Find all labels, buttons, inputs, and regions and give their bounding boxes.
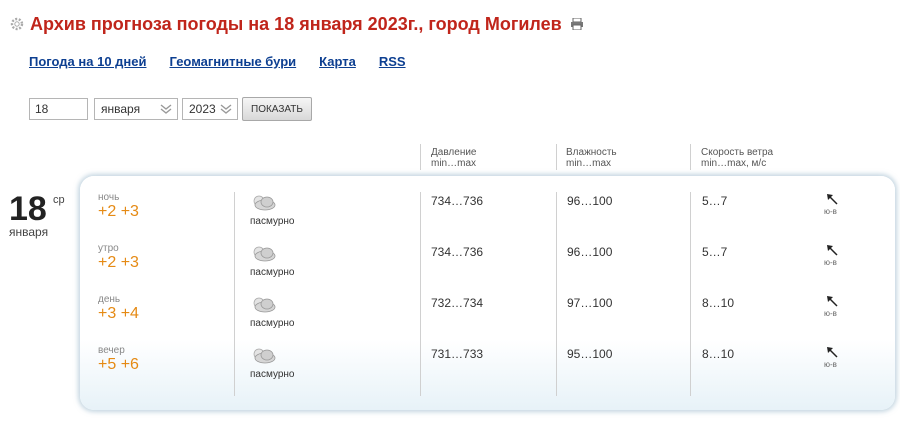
time-of-day: вечер [98, 345, 125, 356]
cloudy-icon [253, 246, 276, 262]
pressure-value: 732…734 [431, 296, 484, 310]
temperature: +3 +4 [98, 305, 139, 322]
wind-direction: ю-в [824, 258, 837, 267]
wind-direction: ю-в [824, 207, 837, 216]
divider [556, 144, 557, 170]
forecast-row: утро +2 +3 пасмурно 734…736 96…100 5…7 ю… [80, 227, 895, 278]
link-rss[interactable]: RSS [379, 54, 406, 69]
wind-direction-arrow-icon [827, 245, 838, 256]
divider [420, 144, 421, 170]
time-of-day: день [98, 294, 121, 305]
header: Архив прогноза погоды на 18 января 2023г… [10, 12, 890, 36]
wind-direction-arrow-icon [827, 296, 838, 307]
link-map[interactable]: Карта [319, 54, 356, 69]
pressure-value: 734…736 [431, 245, 484, 259]
temperature: +2 +3 [98, 203, 139, 220]
humidity-value: 96…100 [567, 245, 613, 259]
forecast-row: вечер +5 +6 пасмурно 731…733 95…100 8…10… [80, 329, 895, 380]
day-input[interactable] [29, 98, 88, 120]
humidity-value: 97…100 [567, 296, 613, 310]
nav-links: Погода на 10 дней Геомагнитные бури Карт… [29, 54, 429, 69]
printer-icon[interactable] [570, 18, 584, 30]
time-of-day: утро [98, 243, 119, 254]
humidity-value: 95…100 [567, 347, 613, 361]
month-select[interactable]: января [94, 98, 178, 120]
wind-speed-value: 5…7 [702, 194, 728, 208]
condition: пасмурно [250, 369, 295, 380]
condition: пасмурно [250, 216, 295, 227]
cloudy-icon [253, 348, 276, 364]
date-month: января [9, 225, 49, 239]
pressure-header: Давление min…max [431, 147, 477, 169]
gear-icon [10, 17, 24, 31]
wind-speed-value: 8…10 [702, 347, 735, 361]
wind-direction: ю-в [824, 309, 837, 318]
temperature: +2 +3 [98, 254, 139, 271]
show-button[interactable]: ПОКАЗАТЬ [242, 97, 312, 121]
humidity-value: 96…100 [567, 194, 613, 208]
chevron-down-icon [220, 104, 232, 114]
year-select[interactable]: 2023 [182, 98, 238, 120]
wind-header: Скорость ветра min…max, м/с [701, 147, 774, 169]
wind-direction: ю-в [824, 360, 837, 369]
wind-speed-value: 8…10 [702, 296, 735, 310]
wind-direction-arrow-icon [827, 194, 838, 205]
link-geomagnetic[interactable]: Геомагнитные бури [169, 54, 296, 69]
date-block: 18 ср января [9, 192, 73, 239]
humidity-header: Влажность min…max [566, 147, 617, 169]
date-weekday: ср [53, 194, 65, 206]
link-10-days[interactable]: Погода на 10 дней [29, 54, 146, 69]
condition: пасмурно [250, 318, 295, 329]
pressure-value: 731…733 [431, 347, 484, 361]
month-select-value: января [101, 102, 141, 116]
forecast-row: ночь +2 +3 пасмурно 734…736 96…100 5…7 ю… [80, 176, 895, 227]
forecast-row: день +3 +4 пасмурно 732…734 97…100 8…10 … [80, 278, 895, 329]
pressure-value: 734…736 [431, 194, 484, 208]
time-of-day: ночь [98, 192, 120, 203]
cloudy-icon [253, 195, 276, 211]
forecast-card: ночь +2 +3 пасмурно 734…736 96…100 5…7 ю… [80, 176, 895, 410]
condition: пасмурно [250, 267, 295, 278]
temperature: +5 +6 [98, 356, 139, 373]
wind-speed-value: 5…7 [702, 245, 728, 259]
cloudy-icon [253, 297, 276, 313]
year-select-value: 2023 [189, 102, 216, 116]
wind-direction-arrow-icon [827, 347, 838, 358]
divider [690, 144, 691, 170]
page-title: Архив прогноза погоды на 18 января 2023г… [30, 13, 562, 34]
chevron-down-icon [160, 104, 172, 114]
